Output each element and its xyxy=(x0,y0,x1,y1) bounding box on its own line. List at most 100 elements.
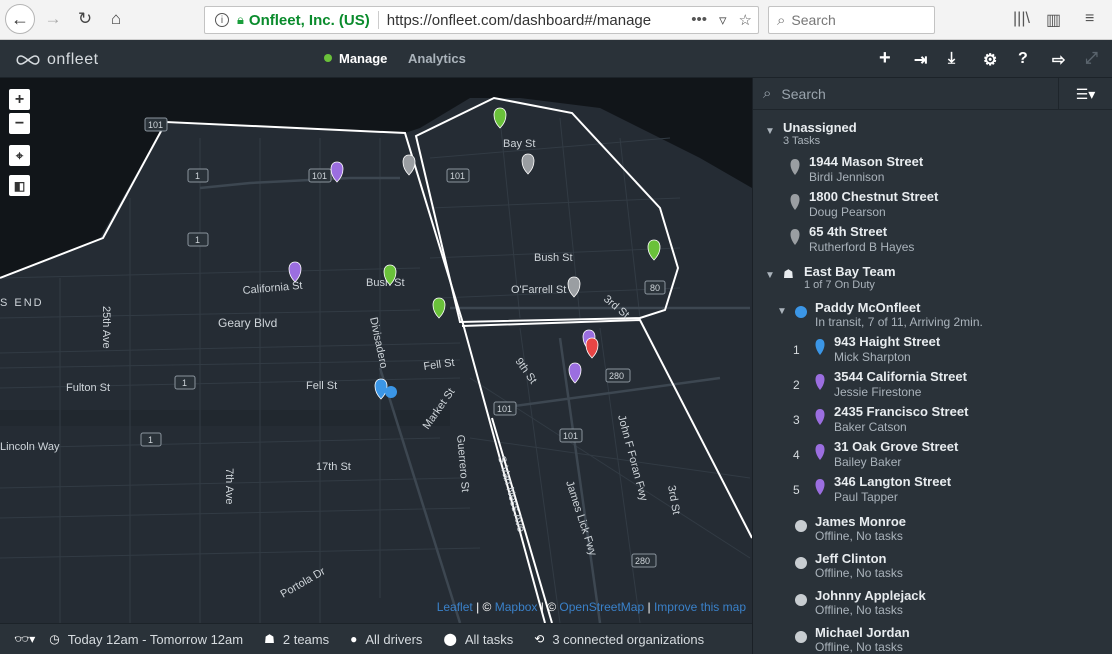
list-view-menu-icon[interactable]: ☰▾ xyxy=(1058,78,1112,110)
map-label-bay-st: Bay St xyxy=(503,138,535,150)
list-item[interactable]: 65 4th Street Rutherford B Hayes xyxy=(753,224,1112,254)
url-separator xyxy=(377,11,379,29)
list-item[interactable]: 5 346 Langton Street Paul Tapper xyxy=(753,474,1112,504)
browser-toolbar: ← → ↻ ⌂ i 🔒︎ Onfleet, Inc. (US) https://… xyxy=(0,0,1112,40)
shield-1-b: 1 xyxy=(187,232,209,247)
onfleet-logo[interactable]: onfleet xyxy=(15,51,99,69)
driver-status: In transit, 7 of 11, Arriving 2min. xyxy=(815,315,983,329)
shield-101-d: 101 xyxy=(493,401,517,416)
collapse-caret-icon[interactable]: ▼ xyxy=(777,306,787,317)
zoom-in-button[interactable]: + xyxy=(9,89,30,110)
drivers-filter[interactable]: ● All drivers xyxy=(350,632,422,647)
offline-status-dot xyxy=(795,520,807,532)
unassigned-subtitle: 3 Tasks xyxy=(783,135,821,147)
list-item[interactable]: 2 3544 California Street Jessie Firestone xyxy=(753,369,1112,399)
task-recipient: Rutherford B Hayes xyxy=(809,240,915,254)
list-item[interactable]: 1 943 Haight Street Mick Sharpton xyxy=(753,334,1112,364)
driver-name: James Monroe xyxy=(815,514,907,529)
driver-row[interactable]: ▼ Paddy McOnfleet In transit, 7 of 11, A… xyxy=(753,300,1112,329)
team-group-header[interactable]: ▼ ☗ East Bay Team 1 of 7 On Duty xyxy=(765,264,1112,291)
svg-text:1: 1 xyxy=(195,171,200,181)
map-view[interactable]: Bay St Bush St Bush St O'Farrell St Cali… xyxy=(0,78,752,623)
browser-search-field[interactable]: ⌕ Search xyxy=(768,6,935,34)
map-label-bush-st-east: Bush St xyxy=(534,252,573,264)
unassigned-group-header[interactable]: ▼ Unassigned 3 Tasks xyxy=(765,120,1112,147)
attribution-copyright-2: © xyxy=(547,600,557,614)
orgs-filter[interactable]: ⟲ 3 connected organizations xyxy=(534,632,704,647)
shield-101-c: 101 xyxy=(446,168,470,183)
site-identity[interactable]: Onfleet, Inc. (US) xyxy=(249,12,370,29)
pin-icon: ⬤ xyxy=(443,632,457,646)
offline-driver-row[interactable]: Jeff Clinton Offline, No tasks xyxy=(753,551,1112,580)
task-recipient: Baker Catson xyxy=(834,420,907,434)
tab-manage[interactable]: Manage xyxy=(324,51,387,66)
shield-280-b: 280 xyxy=(631,553,657,568)
view-toggle[interactable]: 👓︎▾ xyxy=(14,632,35,646)
bookmark-star-icon[interactable]: ☆ xyxy=(739,11,752,29)
team-icon: ☗ xyxy=(783,267,794,281)
tab-analytics[interactable]: Analytics xyxy=(408,51,466,66)
info-icon[interactable]: i xyxy=(215,13,229,27)
teams-filter[interactable]: ☗ 2 teams xyxy=(264,632,329,647)
reload-icon[interactable]: ↻ xyxy=(70,4,100,34)
search-icon: ⌕ xyxy=(763,85,772,102)
svg-text:280: 280 xyxy=(635,556,650,566)
list-item[interactable]: 3 2435 Francisco Street Baker Catson xyxy=(753,404,1112,434)
back-button-icon[interactable]: ← xyxy=(5,4,35,34)
download-icon[interactable]: ⤓ xyxy=(948,50,955,68)
add-task-icon[interactable]: + xyxy=(879,47,891,70)
url-bar[interactable]: i 🔒︎ Onfleet, Inc. (US) https://onfleet.… xyxy=(204,6,759,34)
app-header: onfleet Manage Analytics + ⇥ ⤓ ⚙ ? ⇨ ⤢ xyxy=(0,40,1112,78)
sidebar-search: ⌕ ☰▾ xyxy=(753,78,1112,110)
date-range-filter[interactable]: ◷ Today 12am - Tomorrow 12am xyxy=(49,632,243,647)
more-actions-icon[interactable]: ••• xyxy=(691,11,707,29)
url-text[interactable]: https://onfleet.com/dashboard#/manage xyxy=(387,12,651,29)
zoom-out-button[interactable]: − xyxy=(9,113,30,134)
locate-icon[interactable]: ⌖ xyxy=(9,145,30,166)
collapse-caret-icon[interactable]: ▼ xyxy=(765,126,775,137)
map-canvas[interactable]: Bay St Bush St Bush St O'Farrell St Cali… xyxy=(0,78,752,623)
forward-button-icon[interactable]: → xyxy=(38,4,68,34)
sidebar-search-input[interactable] xyxy=(781,85,1042,102)
pocket-icon[interactable]: ▿ xyxy=(719,11,727,29)
import-icon[interactable]: ⇥ xyxy=(914,50,927,70)
offline-driver-row[interactable]: James Monroe Offline, No tasks xyxy=(753,514,1112,543)
attribution-sep-2: | xyxy=(540,600,544,614)
leaflet-link[interactable]: Leaflet xyxy=(437,600,473,614)
sidebar-toggle-icon[interactable]: ▥ xyxy=(1046,10,1061,30)
task-address: 3544 California Street xyxy=(834,369,967,384)
driver-status: Offline, No tasks xyxy=(815,640,903,654)
logout-icon[interactable]: ⇨ xyxy=(1052,50,1065,70)
tasks-label: All tasks xyxy=(464,631,514,647)
driver-location-dot[interactable] xyxy=(385,386,397,398)
settings-gear-icon[interactable]: ⚙ xyxy=(983,50,997,70)
in-transit-pin-icon xyxy=(815,339,825,355)
improve-map-link[interactable]: Improve this map xyxy=(654,600,746,614)
offline-status-dot xyxy=(795,594,807,606)
assigned-pin-icon xyxy=(815,479,825,495)
list-item[interactable]: 4 31 Oak Grove Street Bailey Baker xyxy=(753,439,1112,469)
collapse-caret-icon[interactable]: ▼ xyxy=(765,270,775,281)
task-number: 1 xyxy=(793,343,800,357)
mapbox-link[interactable]: Mapbox xyxy=(495,600,538,614)
map-label-ofarrell-st: O'Farrell St xyxy=(511,284,566,296)
hamburger-menu-icon[interactable]: ≡ xyxy=(1085,10,1094,28)
attribution-copyright-1: © xyxy=(482,600,492,614)
map-label-fulton-st: Fulton St xyxy=(66,382,110,394)
task-recipient: Paul Tapper xyxy=(834,490,898,504)
home-icon[interactable]: ⌂ xyxy=(101,4,131,34)
filter-bar: 👓︎▾ ◷ Today 12am - Tomorrow 12am ☗ 2 teams… xyxy=(0,623,752,654)
offline-driver-row[interactable]: Michael Jordan Offline, No tasks xyxy=(753,625,1112,654)
task-address: 31 Oak Grove Street xyxy=(834,439,959,454)
list-item[interactable]: 1944 Mason Street Birdi Jennison xyxy=(753,154,1112,184)
tasks-filter[interactable]: ⬤ All tasks xyxy=(443,632,513,647)
help-icon[interactable]: ? xyxy=(1018,50,1028,68)
assigned-pin-icon xyxy=(815,409,825,425)
offline-driver-row[interactable]: Johnny Applejack Offline, No tasks xyxy=(753,588,1112,617)
expand-icon[interactable]: ⤢ xyxy=(1085,50,1098,68)
shield-280-a: 280 xyxy=(605,368,631,383)
layers-icon[interactable]: ◧ xyxy=(9,175,30,196)
osm-link[interactable]: OpenStreetMap xyxy=(559,600,644,614)
list-item[interactable]: 1800 Chestnut Street Doug Pearson xyxy=(753,189,1112,219)
library-icon[interactable]: |||\ xyxy=(1013,10,1030,28)
